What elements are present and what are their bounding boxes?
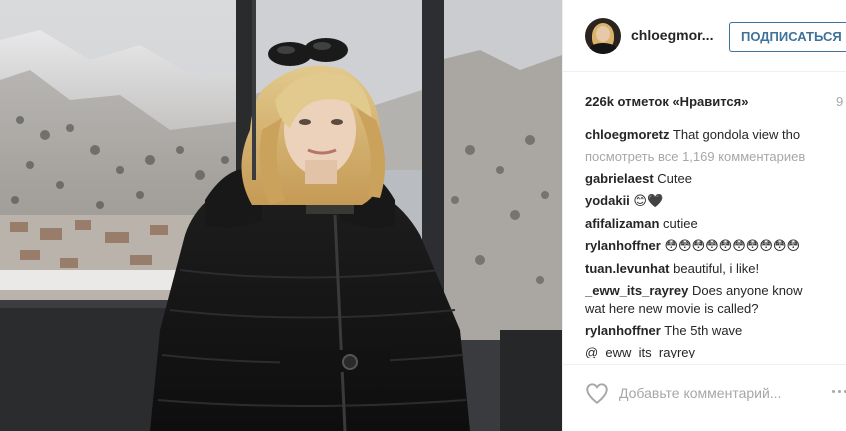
comment-item: afifalizaman cutiee bbox=[585, 215, 825, 233]
comment-text: The 5th wave bbox=[664, 323, 743, 338]
more-options-icon[interactable] bbox=[831, 385, 846, 397]
add-comment-input[interactable] bbox=[619, 381, 819, 405]
heart-outline-icon[interactable] bbox=[584, 380, 610, 406]
likes-count[interactable]: 226k отметок «Нравится» bbox=[585, 94, 748, 109]
gondola-photo-illustration bbox=[0, 0, 562, 431]
follow-button[interactable]: ПОДПИСАТЬСЯ bbox=[729, 22, 846, 52]
avatar[interactable] bbox=[585, 18, 621, 54]
post-header: chloegmor... ПОДПИСАТЬСЯ bbox=[563, 0, 846, 72]
comment-author-link[interactable]: rylanhoffner bbox=[585, 238, 661, 253]
comment-item: gabrielaest Cutee bbox=[585, 170, 825, 188]
comment-item: rylanhoffner The 5th wave bbox=[585, 322, 825, 340]
comment-text: beautiful, i like! bbox=[673, 261, 760, 276]
comment-author-link[interactable]: chloegmoretz bbox=[585, 127, 670, 142]
username-link[interactable]: chloegmor... bbox=[631, 27, 713, 43]
comment-item: chloegmoretz That gondola view tho bbox=[585, 126, 825, 144]
post-details-panel: chloegmor... ПОДПИСАТЬСЯ 226k отметок «Н… bbox=[562, 0, 846, 431]
comment-footer bbox=[563, 364, 846, 431]
comment-author-link[interactable]: afifalizaman bbox=[585, 216, 659, 231]
comment-text: 😊🖤 bbox=[633, 194, 664, 209]
post-photo[interactable] bbox=[0, 0, 562, 431]
mention-link[interactable]: @_eww_its_rayrey bbox=[585, 345, 695, 358]
comment-author-link[interactable]: _eww_its_rayrey bbox=[585, 283, 688, 298]
comment-text: 😳😳😳😳😳😳😳😳😳😳 bbox=[664, 239, 800, 254]
comment-author-link[interactable]: tuan.levunhat bbox=[585, 261, 670, 276]
comment-item: _eww_its_rayrey Does anyone know wat her… bbox=[585, 282, 825, 318]
comment-author-link[interactable]: rylanhoffner bbox=[585, 323, 661, 338]
comment-item: rylanhoffner 😳😳😳😳😳😳😳😳😳😳 bbox=[585, 237, 825, 256]
post-age[interactable]: 9 bbox=[836, 94, 843, 109]
comment-author-link[interactable]: gabrielaest bbox=[585, 171, 654, 186]
comment-item: @_eww_its_rayrey bbox=[585, 344, 825, 358]
comment-text: cutiee bbox=[663, 216, 698, 231]
view-all-comments-link[interactable]: посмотреть все 1,169 комментариев bbox=[585, 148, 846, 166]
comment-item: yodakii 😊🖤 bbox=[585, 192, 825, 211]
comment-text: Cutee bbox=[657, 171, 692, 186]
comment-item: tuan.levunhat beautiful, i like! bbox=[585, 260, 825, 278]
comments-list: chloegmoretz That gondola view tho посмот… bbox=[585, 126, 846, 358]
likes-row: 226k отметок «Нравится» 9 bbox=[585, 94, 846, 112]
comment-text: That gondola view tho bbox=[672, 127, 801, 142]
comment-author-link[interactable]: yodakii bbox=[585, 193, 630, 208]
